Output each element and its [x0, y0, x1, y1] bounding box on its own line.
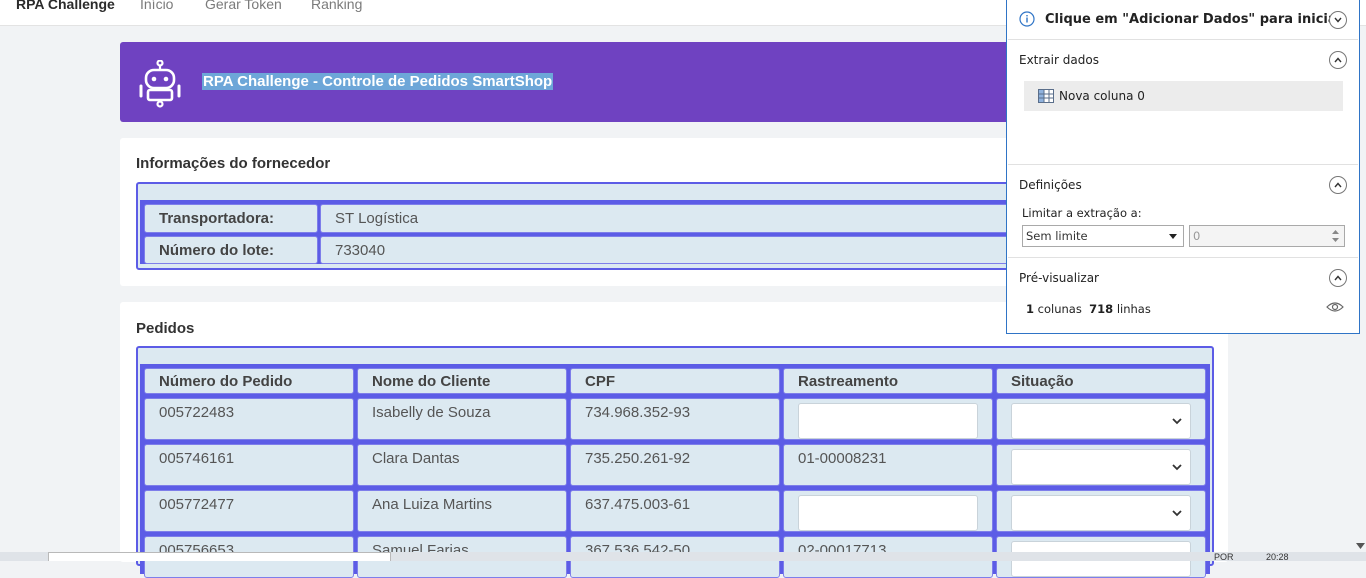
status-select[interactable]	[1011, 495, 1191, 531]
nav-link-ranking[interactable]: Ranking	[311, 0, 362, 12]
transportadora-label: Transportadora:	[144, 204, 318, 233]
cell-rastreamento: 01-00008231	[783, 444, 993, 486]
chevron-down-icon	[1172, 418, 1182, 425]
cell-rastreamento	[783, 490, 993, 532]
limit-select[interactable]: Sem limite	[1022, 225, 1184, 247]
column-header-rastreamento: Rastreamento	[783, 368, 993, 394]
chevron-down-icon	[1172, 510, 1182, 517]
limit-number-input[interactable]: 0	[1189, 225, 1345, 247]
limit-number-value: 0	[1193, 229, 1201, 243]
status-select[interactable]	[1011, 403, 1191, 439]
preview-rows-count: 718	[1089, 302, 1114, 316]
cell-cpf: 734.968.352-93	[570, 398, 780, 440]
cell-pedido: 005722483	[144, 398, 354, 440]
cell-cliente: Ana Luiza Martins	[357, 490, 567, 532]
column-header-cliente: Nome do Cliente	[357, 368, 567, 394]
caret-down-icon	[1169, 234, 1177, 239]
cell-cliente: Isabelly de Souza	[357, 398, 567, 440]
table-column-icon	[1038, 89, 1054, 103]
collapse-definitions-button[interactable]	[1329, 176, 1347, 194]
cell-situacao	[996, 398, 1206, 440]
orders-table: Número do Pedido Nome do Cliente CPF Ras…	[136, 346, 1214, 578]
eye-icon[interactable]	[1326, 301, 1344, 313]
extraction-panel: Clique em "Adicionar Dados" para iniciar…	[1006, 0, 1360, 334]
scroll-down-arrow-icon[interactable]	[1356, 543, 1365, 549]
preview-title: Pré-visualizar	[1019, 271, 1099, 285]
status-select[interactable]	[1011, 449, 1191, 485]
orders-card: Pedidos Número do Pedido Nome do Cliente…	[120, 302, 1228, 578]
limit-select-value: Sem limite	[1026, 229, 1088, 243]
nav-link-gerar-token[interactable]: Gerar Token	[205, 0, 282, 12]
info-icon	[1019, 11, 1035, 27]
spinner-arrows-icon	[1332, 230, 1339, 242]
cell-pedido: 005772477	[144, 490, 354, 532]
cell-cliente: Clara Dantas	[357, 444, 567, 486]
preview-rows-word: linhas	[1116, 302, 1151, 316]
orders-title: Pedidos	[136, 320, 195, 337]
chevron-up-icon	[1334, 182, 1342, 188]
extract-section-title: Extrair dados	[1019, 53, 1099, 67]
cell-rastreamento	[783, 398, 993, 440]
cell-pedido: 005746161	[144, 444, 354, 486]
tracking-input[interactable]	[798, 403, 978, 439]
panel-hint: Clique em "Adicionar Dados" para iniciar	[1045, 12, 1344, 27]
supplier-title: Informações do fornecedor	[136, 155, 331, 172]
taskbar-search-box[interactable]	[48, 552, 391, 561]
column-header-situacao: Situação	[996, 368, 1206, 394]
collapse-hint-button[interactable]	[1329, 11, 1347, 29]
column-item-label: Nova coluna 0	[1059, 89, 1145, 103]
page-title: RPA Challenge - Controle de Pedidos Smar…	[202, 73, 554, 90]
cell-situacao	[996, 490, 1206, 532]
tracking-input[interactable]	[798, 495, 978, 531]
chevron-up-icon	[1334, 57, 1342, 63]
preview-columns-word: colunas	[1037, 302, 1082, 316]
cell-cpf: 735.250.261-92	[570, 444, 780, 486]
cell-cpf: 637.475.003-61	[570, 490, 780, 532]
preview-columns-count: 1	[1026, 302, 1035, 316]
column-item[interactable]: Nova coluna 0	[1024, 81, 1343, 111]
chevron-up-icon	[1334, 275, 1342, 281]
column-header-pedido: Número do Pedido	[144, 368, 354, 394]
cell-situacao	[996, 444, 1206, 486]
collapse-preview-button[interactable]	[1329, 269, 1347, 287]
lote-label: Número do lote:	[144, 236, 318, 264]
robot-icon	[139, 60, 181, 108]
nav-link-inicio[interactable]: Início	[140, 0, 173, 12]
column-header-cpf: CPF	[570, 368, 780, 394]
collapse-extract-button[interactable]	[1329, 51, 1347, 69]
limit-label: Limitar a extração a:	[1022, 206, 1142, 220]
chevron-down-icon	[1172, 464, 1182, 471]
definitions-title: Definições	[1019, 178, 1082, 192]
navbar-brand[interactable]: RPA Challenge	[16, 0, 115, 12]
chevron-down-icon	[1334, 17, 1342, 23]
preview-summary: 1 colunas 718 linhas	[1026, 302, 1151, 316]
